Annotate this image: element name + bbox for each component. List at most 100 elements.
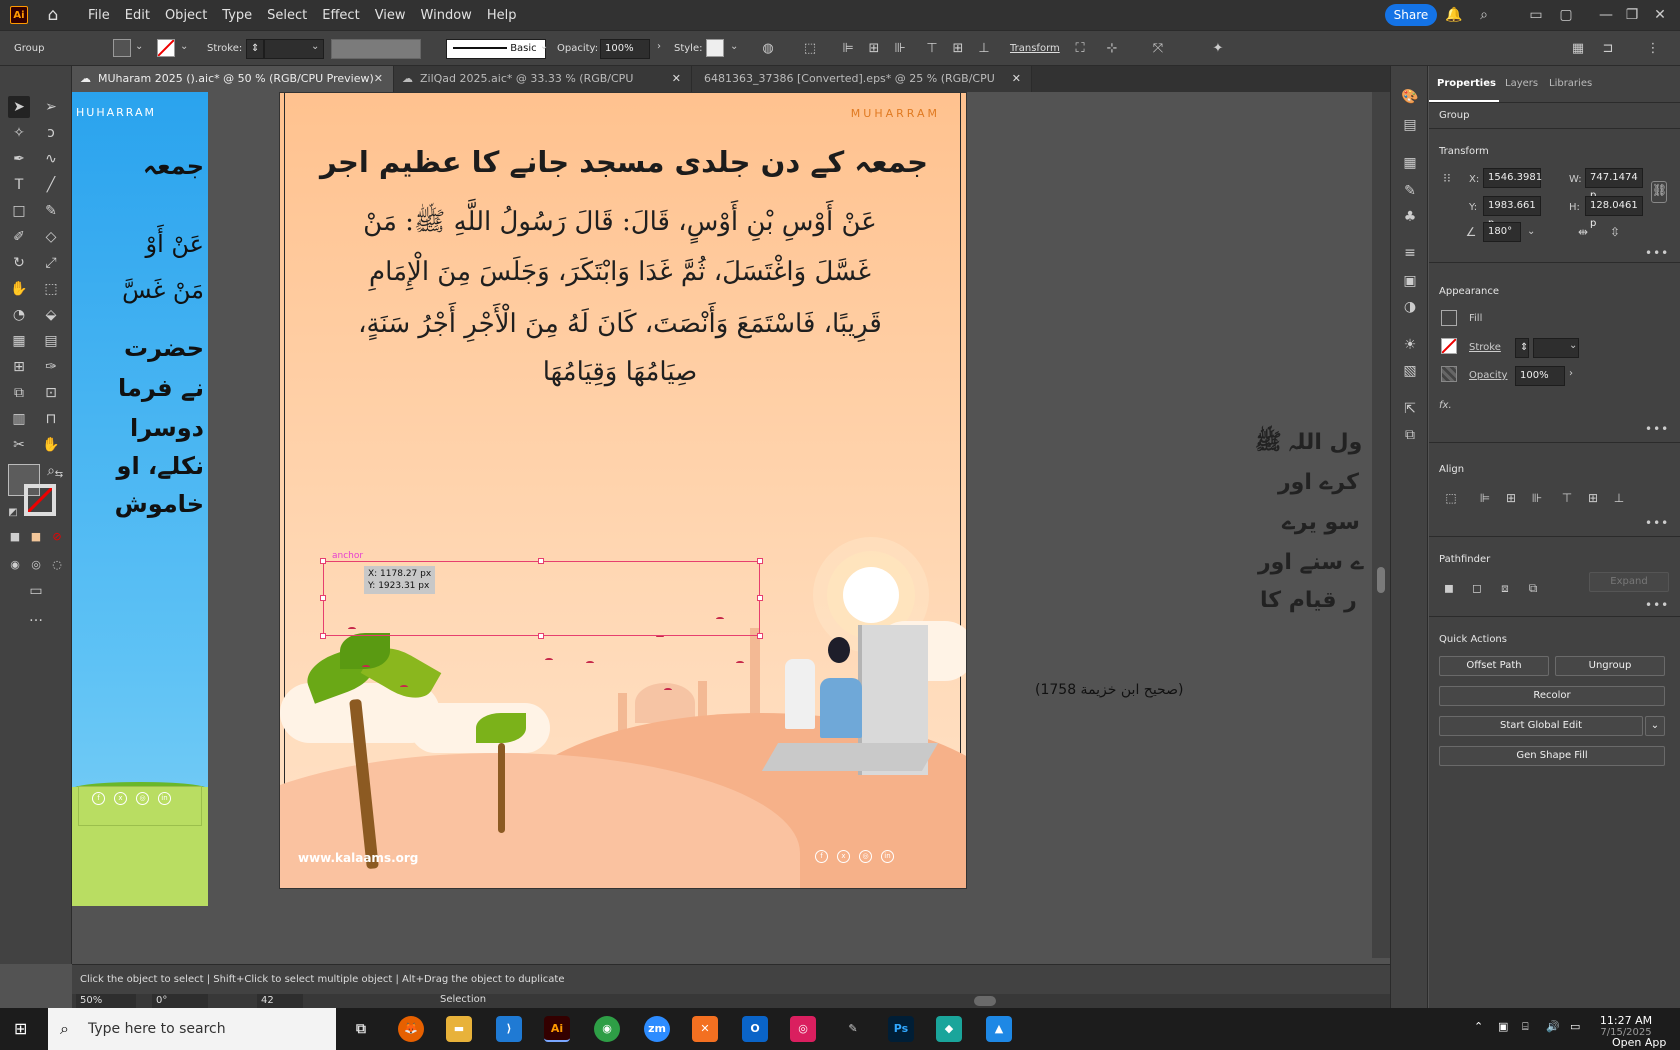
align-to-icon[interactable]: ⬚ <box>1443 490 1459 506</box>
opacity-input[interactable]: 100% <box>1515 366 1565 386</box>
offcanvas-text-line[interactable]: ول اللہ ﷺ <box>1255 428 1362 460</box>
chevron-down-icon[interactable]: ⌄ <box>135 41 143 52</box>
network-icon[interactable]: ⌸ <box>1522 1020 1529 1034</box>
menu-view[interactable]: View <box>375 8 406 23</box>
chevron-down-icon[interactable]: ⌄ <box>1645 716 1665 736</box>
opacity-input[interactable]: 100% <box>600 39 650 59</box>
xampp-icon[interactable]: ✕ <box>692 1016 718 1042</box>
poster-title[interactable]: جمعہ کے دن جلدی مسجد جانے کا عظیم اجر <box>280 145 966 179</box>
chevron-down-icon[interactable]: ⌄ <box>730 41 738 52</box>
gradient-mode-icon[interactable]: ■ <box>25 526 47 548</box>
tab-libraries[interactable]: Libraries <box>1549 78 1592 89</box>
close-icon[interactable]: ✕ <box>672 66 681 92</box>
photoshop-icon[interactable]: Ps <box>888 1016 914 1042</box>
stroke-color-icon[interactable] <box>24 484 56 516</box>
eraser-icon[interactable]: ◇ <box>40 226 62 248</box>
paintbrush-icon[interactable]: ✎ <box>40 200 62 222</box>
hadith-line-4[interactable]: صِيَامُهَا وَقِيَامُهَا <box>320 357 920 387</box>
zoom-icon[interactable]: zm <box>644 1016 670 1042</box>
draw-inside-icon[interactable]: ◌ <box>46 554 68 576</box>
tab-layers[interactable]: Layers <box>1505 78 1538 89</box>
selection-handle[interactable] <box>538 558 544 564</box>
vscode-icon[interactable]: ⟩ <box>496 1016 522 1042</box>
grid-icon[interactable]: ▦ <box>1570 41 1586 57</box>
align-left-icon[interactable]: ⊫ <box>1477 490 1493 506</box>
offcanvas-text-line[interactable]: کرے اور <box>1278 470 1359 495</box>
more-icon[interactable]: ⋮ <box>1645 41 1661 57</box>
menu-file[interactable]: File <box>88 8 110 23</box>
w-input[interactable]: 747.1474 p <box>1585 168 1643 201</box>
align-right-icon[interactable]: ⊪ <box>892 41 908 57</box>
search-icon[interactable]: ⌕ <box>1475 6 1493 24</box>
draw-normal-icon[interactable]: ◉ <box>4 554 26 576</box>
selection-handle[interactable] <box>320 595 326 601</box>
stroke-swatch[interactable] <box>157 39 175 57</box>
menu-object[interactable]: Object <box>165 8 207 23</box>
h-input[interactable]: 128.0461 p <box>1585 196 1643 229</box>
export-icon[interactable]: ⇱ <box>1401 400 1419 418</box>
symbol-sprayer-icon[interactable]: ⊡ <box>40 382 62 404</box>
swatches-icon[interactable]: ▦ <box>1401 154 1419 172</box>
offcanvas-text-line[interactable]: ے سنے اور <box>1258 550 1364 575</box>
close-icon[interactable]: ✕ <box>374 66 383 92</box>
inkscape-icon[interactable]: ✎ <box>840 1016 866 1042</box>
open-app-label[interactable]: Open App <box>1612 1036 1680 1049</box>
selection-handle[interactable] <box>757 633 763 639</box>
intersect-icon[interactable]: ⧈ <box>1497 580 1513 596</box>
horizontal-scroll-thumb[interactable] <box>974 996 996 1006</box>
stroke-stepper[interactable]: ⇕ <box>246 39 264 59</box>
main-artboard[interactable]: MUHARRAM جمعہ کے دن جلدی مسجد جانے کا عظ… <box>279 92 967 889</box>
flip-vertical-icon[interactable]: ⇳ <box>1607 224 1623 240</box>
more-options-icon[interactable]: ••• <box>1645 598 1669 612</box>
expand-button[interactable]: Expand <box>1589 572 1669 592</box>
more-options-icon[interactable]: ••• <box>1645 516 1669 530</box>
graphic-styles-icon[interactable]: ▧ <box>1401 362 1419 380</box>
start-global-edit-button[interactable]: Start Global Edit <box>1439 716 1643 736</box>
tray-app-icon[interactable]: ▣ <box>1498 1020 1508 1033</box>
selection-handle[interactable] <box>320 558 326 564</box>
color-panel-icon[interactable]: 🎨 <box>1401 88 1419 106</box>
tab-properties[interactable]: Properties <box>1437 78 1496 89</box>
lasso-icon[interactable]: ↄ <box>40 122 62 144</box>
line-tool-icon[interactable]: ╱ <box>40 174 62 196</box>
y-input[interactable]: 1983.661 p <box>1483 196 1541 229</box>
workspace-icon[interactable]: ▭ <box>1527 6 1545 24</box>
scrollbar-thumb[interactable] <box>1377 567 1385 593</box>
color-mode-icon[interactable]: ■ <box>4 526 26 548</box>
canvas[interactable]: HUHARRAM جمعہ عَنْ أَوْ مَنْ غَسَّ حضرت … <box>72 92 1390 958</box>
shaper-icon[interactable]: ✐ <box>8 226 30 248</box>
puppet-warp-icon[interactable]: ⤧ <box>1150 41 1166 57</box>
stroke-stepper[interactable]: ⇕ <box>1515 338 1529 358</box>
variable-width-profile[interactable] <box>331 39 421 59</box>
rotate-input[interactable]: 180° <box>1483 222 1521 242</box>
align-bottom-icon[interactable]: ⊥ <box>1611 490 1627 506</box>
tab-converted-eps[interactable]: 6481363_37386 [Converted].eps* @ 25 % (R… <box>692 66 1032 111</box>
tab-muharam[interactable]: ☁ MUharam 2025 ().aic* @ 50 % (RGB/CPU P… <box>72 66 394 92</box>
warp-icon[interactable]: ✋ <box>8 278 30 300</box>
gradient-icon[interactable]: ▤ <box>40 330 62 352</box>
shape-builder-icon[interactable]: ◔ <box>8 304 30 326</box>
chrome-icon[interactable]: ◉ <box>594 1016 620 1042</box>
curvature-icon[interactable]: ∿ <box>40 148 62 170</box>
hadith-line-3[interactable]: قَرِيبًا، فَاسْتَمَعَ وَأَنْصَتَ، كَانَ … <box>320 309 920 339</box>
mesh-icon[interactable]: ⊞ <box>8 356 30 378</box>
x-input[interactable]: 1546.3981 <box>1483 168 1542 188</box>
opacity-label[interactable]: Opacity <box>1469 370 1507 381</box>
menu-effect[interactable]: Effect <box>322 8 359 23</box>
transform-link[interactable]: Transform <box>1010 43 1060 54</box>
blend-icon[interactable]: ⧉ <box>8 382 30 404</box>
graph-tool-icon[interactable]: ▥ <box>8 408 30 430</box>
magic-wand-icon[interactable]: ✧ <box>8 122 30 144</box>
firefox-icon[interactable]: 🦊 <box>398 1016 424 1042</box>
align-middle-icon[interactable]: ⊞ <box>950 41 966 57</box>
tab-zilqad[interactable]: ☁ ZilQad 2025.aic* @ 33.33 % (RGB/CPU Pr… <box>394 66 692 111</box>
language-icon[interactable]: ▭ <box>1570 1020 1580 1033</box>
rectangle-tool-icon[interactable]: □ <box>8 200 30 222</box>
task-view-icon[interactable]: ⧉ <box>348 1016 374 1042</box>
transparency-icon[interactable]: ◑ <box>1401 298 1419 316</box>
slice-icon[interactable]: ✂ <box>8 434 30 456</box>
photos-icon[interactable]: ▲ <box>986 1016 1012 1042</box>
brushes-icon[interactable]: ✎ <box>1401 182 1419 200</box>
reference-point-icon[interactable]: ⁝⁝ <box>1439 170 1455 186</box>
align-left-icon[interactable]: ⊫ <box>840 41 856 57</box>
